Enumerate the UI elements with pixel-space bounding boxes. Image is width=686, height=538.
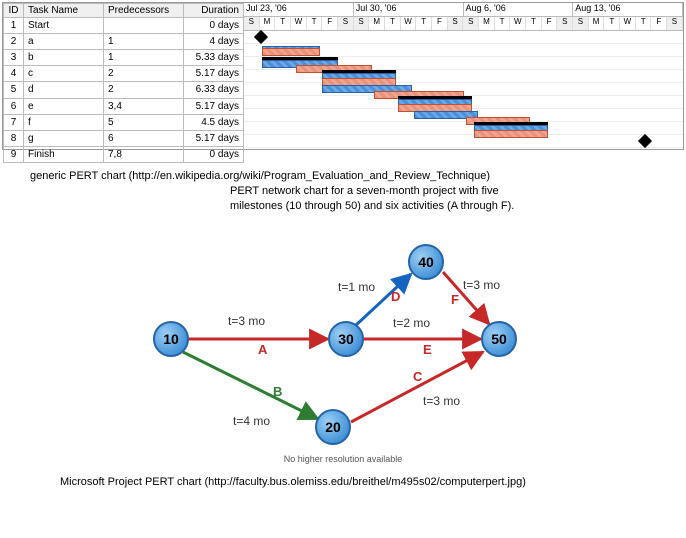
generic-pert-caption: generic PERT chart (http://en.wikipedia.… (0, 168, 686, 184)
gantt-day-label: M (479, 17, 495, 30)
table-row: 3b15.33 days (4, 50, 244, 66)
edge-b-label: B (273, 384, 282, 399)
gantt-day-label: W (401, 17, 417, 30)
resolution-note: No higher resolution available (0, 454, 686, 464)
table-row: 6e3,45.17 days (4, 98, 244, 114)
col-header-dur: Duration (184, 4, 244, 18)
edge-c-time: t=3 mo (423, 394, 460, 408)
gantt-day-label: M (589, 17, 605, 30)
col-header-name: Task Name (24, 4, 104, 18)
gantt-day-label: M (260, 17, 276, 30)
gantt-weeks-row: Jul 23, '06Jul 30, '06Aug 6, '06Aug 13, … (244, 3, 683, 17)
gantt-week-label: Jul 23, '06 (244, 3, 354, 16)
gantt-day-label: F (322, 17, 338, 30)
gantt-day-label: T (526, 17, 542, 30)
table-row: 8g65.17 days (4, 130, 244, 146)
edge-e-label: E (423, 342, 432, 357)
gantt-container: ID Task Name Predecessors Duration 1Star… (2, 2, 684, 150)
milestone-finish (638, 134, 652, 148)
gantt-day-label: S (557, 17, 573, 30)
table-row: 2a14 days (4, 34, 244, 50)
edge-b-time: t=4 mo (233, 414, 270, 428)
gantt-week-label: Aug 6, '06 (464, 3, 574, 16)
edge-e-time: t=2 mo (393, 316, 430, 330)
gantt-day-label: T (495, 17, 511, 30)
pert-caption-line1: PERT network chart for a seven-month pro… (0, 184, 686, 199)
gantt-day-label: T (307, 17, 323, 30)
gantt-days-row: SMTWTFSSMTWTFSSMTWTFSSMTWTFS (244, 17, 683, 31)
gantt-day-label: S (573, 17, 589, 30)
edge-c-label: C (413, 369, 422, 384)
pert-node-50: 50 (481, 321, 517, 357)
edge-d-time: t=1 mo (338, 280, 375, 294)
gantt-day-label: F (432, 17, 448, 30)
gantt-day-label: T (275, 17, 291, 30)
table-row: 1Start0 days (4, 18, 244, 34)
pert-caption-line2: milestones (10 through 50) and six activ… (0, 199, 686, 214)
gantt-task-table: ID Task Name Predecessors Duration 1Star… (3, 3, 244, 163)
gantt-day-label: S (667, 17, 683, 30)
table-row: 7f54.5 days (4, 114, 244, 130)
gantt-day-label: T (604, 17, 620, 30)
gantt-day-label: S (338, 17, 354, 30)
edge-a-label: A (258, 342, 267, 357)
bar-a-red (262, 48, 320, 56)
gantt-day-label: F (542, 17, 558, 30)
table-row: 5d26.33 days (4, 82, 244, 98)
table-row: 9Finish7,80 days (4, 146, 244, 162)
gantt-day-label: T (385, 17, 401, 30)
edge-a-time: t=3 mo (228, 314, 265, 328)
pert-node-40: 40 (408, 244, 444, 280)
gantt-bars-area (244, 31, 683, 148)
edge-d-label: D (391, 289, 400, 304)
edge-f-label: F (451, 292, 459, 307)
footer-caption: Microsoft Project PERT chart (http://fac… (0, 476, 686, 488)
gantt-week-label: Aug 13, '06 (573, 3, 683, 16)
gantt-day-label: T (416, 17, 432, 30)
pert-node-10: 10 (153, 321, 189, 357)
table-row: 4c25.17 days (4, 66, 244, 82)
col-header-pred: Predecessors (104, 4, 184, 18)
pert-node-20: 20 (315, 409, 351, 445)
gantt-day-label: T (636, 17, 652, 30)
edge-f-time: t=3 mo (463, 278, 500, 292)
gantt-day-label: S (354, 17, 370, 30)
gantt-day-label: S (244, 17, 260, 30)
gantt-day-label: S (463, 17, 479, 30)
gantt-week-label: Jul 30, '06 (354, 3, 464, 16)
gantt-day-label: M (369, 17, 385, 30)
gantt-day-label: F (651, 17, 667, 30)
gantt-day-label: W (291, 17, 307, 30)
gantt-chart-area: Jul 23, '06Jul 30, '06Aug 6, '06Aug 13, … (244, 3, 683, 149)
gantt-day-label: W (620, 17, 636, 30)
col-header-id: ID (4, 4, 24, 18)
milestone-start (254, 30, 268, 44)
gantt-day-label: W (510, 17, 526, 30)
pert-diagram: 10 20 30 40 50 t=3 mo A t=4 mo B t=3 mo … (133, 224, 553, 454)
pert-node-30: 30 (328, 321, 364, 357)
gantt-day-label: S (448, 17, 464, 30)
